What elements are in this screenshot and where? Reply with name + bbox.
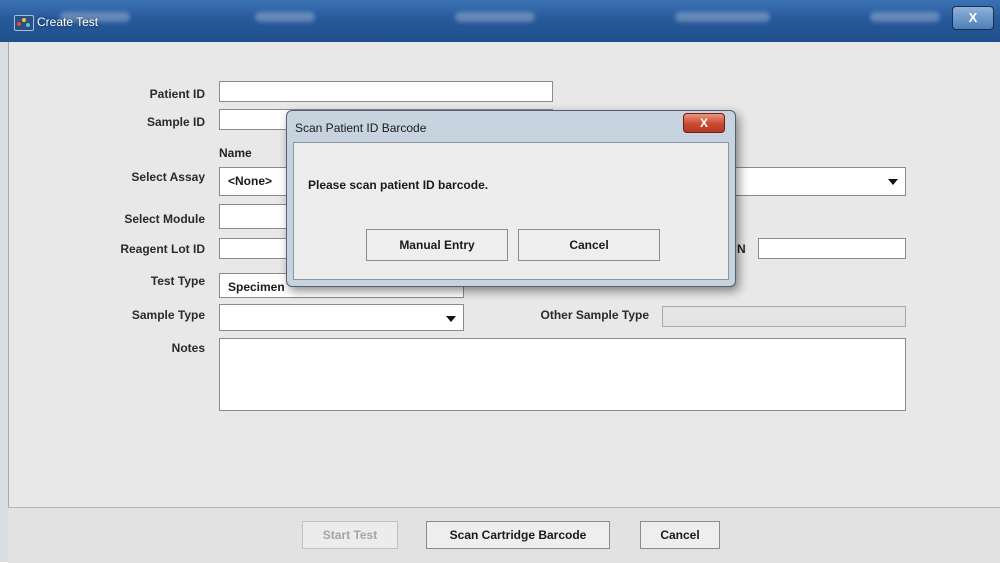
select-module-label: Select Module xyxy=(124,212,205,226)
blurred-tab xyxy=(870,12,940,22)
chevron-down-icon[interactable] xyxy=(888,179,898,185)
notes-label: Notes xyxy=(171,341,205,355)
sample-type-label: Sample Type xyxy=(131,308,205,322)
other-sample-type-input[interactable] xyxy=(662,306,906,327)
dialog-close-button[interactable]: X xyxy=(683,113,725,133)
window-titlebar: Create Test X xyxy=(0,0,1000,43)
window-left-edge xyxy=(0,42,8,562)
name-column-header: Name xyxy=(219,146,252,160)
patient-id-input[interactable] xyxy=(219,81,553,102)
window-title: Create Test xyxy=(37,15,99,29)
other-sample-type-label: Other Sample Type xyxy=(540,308,649,322)
scan-patient-id-dialog: Scan Patient ID Barcode X Please scan pa… xyxy=(286,110,736,287)
close-icon: X xyxy=(968,10,978,25)
window-close-button[interactable]: X xyxy=(952,6,994,30)
manual-entry-button[interactable]: Manual Entry xyxy=(366,229,508,261)
footer-bar: Start Test Scan Cartridge Barcode Cancel xyxy=(8,507,1000,563)
blurred-tab xyxy=(675,12,770,22)
sample-id-label: Sample ID xyxy=(146,115,205,129)
blurred-tab xyxy=(255,12,315,22)
select-assay-value: <None> xyxy=(228,174,273,188)
select-assay-label: Select Assay xyxy=(131,170,205,184)
dialog-title: Scan Patient ID Barcode xyxy=(295,121,427,135)
test-type-label: Test Type xyxy=(150,274,205,288)
start-test-button[interactable]: Start Test xyxy=(302,521,398,549)
blurred-tab xyxy=(455,12,535,22)
reagent-lot-label: Reagent Lot ID xyxy=(120,242,205,256)
scan-cartridge-button[interactable]: Scan Cartridge Barcode xyxy=(426,521,610,549)
chevron-down-icon[interactable] xyxy=(446,316,456,322)
dialog-message: Please scan patient ID barcode. xyxy=(308,178,489,192)
footer-cancel-button[interactable]: Cancel xyxy=(640,521,720,549)
test-type-value: Specimen xyxy=(228,280,285,294)
dialog-cancel-button[interactable]: Cancel xyxy=(518,229,660,261)
patient-id-label: Patient ID xyxy=(149,87,205,101)
notes-textarea[interactable] xyxy=(219,338,906,411)
partial-field-input[interactable] xyxy=(758,238,906,259)
sample-type-dropdown[interactable] xyxy=(219,304,464,331)
app-logo-icon xyxy=(14,15,34,31)
dialog-body: Please scan patient ID barcode. Manual E… xyxy=(293,142,729,280)
partial-field-label: N xyxy=(737,242,746,256)
close-icon: X xyxy=(699,116,708,130)
